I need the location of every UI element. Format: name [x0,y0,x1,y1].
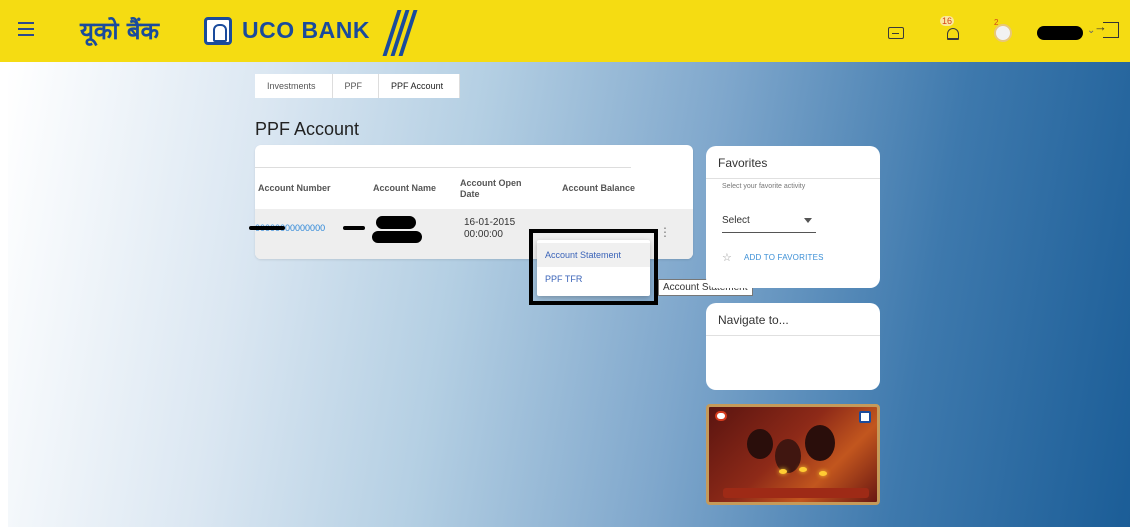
top-bar: यूको बैंक UCO BANK 16 2 ⌄ [0,0,1130,62]
redaction [249,226,285,230]
profile-button[interactable]: 2 [992,18,1016,46]
redaction [343,226,365,230]
open-date-time: 00:00:00 [464,229,503,240]
breadcrumb-investments[interactable]: Investments [255,74,333,98]
favorites-divider [706,178,880,179]
promo-caption [723,488,869,498]
favorite-activity-select[interactable]: Select [722,215,816,233]
header-open-date: Account Open Date [460,178,522,199]
promo-family-image [739,421,849,481]
dropdown-caret-icon [804,218,812,223]
navigate-title: Navigate to... [718,313,789,327]
header-account-name: Account Name [373,183,437,193]
account-name-redacted [376,216,416,229]
navigate-card: Navigate to... [706,303,880,390]
table-divider [255,167,631,168]
bell-icon [947,28,959,40]
row-actions-icon[interactable]: ⋮ [659,225,671,239]
username-redacted[interactable] [1037,26,1083,40]
mail-icon[interactable] [888,27,904,39]
notifications-button[interactable]: 16 [940,16,964,46]
breadcrumb-ppf[interactable]: PPF [332,74,380,98]
breadcrumb: Investments PPF PPF Account [255,74,461,98]
favorites-subtitle: Select your favorite activity [722,183,806,190]
favorites-card: Favorites Select your favorite activity … [706,146,880,288]
bank-logo-icon [204,17,232,45]
account-name-redacted [372,231,422,243]
brand-name: UCO BANK [242,17,370,43]
brand-hindi: यूको बैंक [80,17,160,45]
header-balance: Account Balance [562,183,636,193]
open-date-day: 16-01-2015 [464,217,516,228]
promo-scheme-logo [715,411,727,421]
header-account-number: Account Number [258,183,331,193]
navigate-divider [706,335,880,336]
brand-stripes-icon [382,10,422,56]
avatar [994,24,1012,42]
promo-banner[interactable] [706,404,880,505]
highlight-box [529,229,658,305]
hamburger-icon[interactable] [18,22,34,36]
favorite-select-value: Select [722,215,750,226]
logout-icon[interactable] [1094,19,1119,38]
breadcrumb-ppf-account: PPF Account [379,74,461,98]
add-to-favorites-button[interactable]: ADD TO FAVORITES [744,253,824,262]
page-title: PPF Account [255,119,360,139]
favorites-title: Favorites [718,156,768,170]
account-open-date: 16-01-2015 00:00:00 [464,217,515,241]
star-icon: ☆ [722,252,732,264]
promo-bank-logo [859,411,871,423]
notification-count-badge: 16 [940,16,955,26]
